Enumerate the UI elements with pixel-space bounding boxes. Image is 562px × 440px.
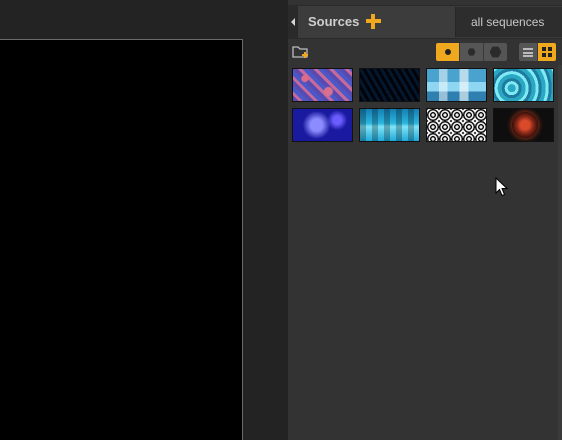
viewer-area (0, 0, 288, 440)
panel-scrollbar[interactable] (558, 65, 562, 440)
grid-view-button[interactable] (538, 43, 556, 61)
sequence-filter-label: all sequences (471, 15, 545, 29)
sequence-filter[interactable]: all sequences (455, 7, 562, 37)
triangle-left-icon (291, 18, 295, 26)
orb-graphic (512, 112, 538, 138)
mouse-cursor-icon (495, 177, 509, 197)
view-mode-toggle (519, 43, 556, 61)
grid-icon (542, 47, 552, 57)
source-thumbnail[interactable] (493, 68, 554, 102)
source-thumbnail[interactable] (426, 108, 487, 142)
add-source-button[interactable] (366, 14, 381, 29)
source-thumbnail[interactable] (359, 68, 420, 102)
shape-mode-toggle (436, 43, 507, 61)
new-folder-icon (292, 46, 308, 58)
shape-circle-button[interactable] (436, 43, 460, 61)
source-thumbnail[interactable] (292, 108, 353, 142)
app-window: Sources all sequences (0, 0, 562, 440)
panel-header: Sources all sequences (288, 5, 562, 39)
source-thumbnail[interactable] (292, 68, 353, 102)
list-icon (523, 47, 533, 57)
panel-title: Sources (308, 14, 360, 29)
output-preview[interactable] (0, 39, 243, 440)
sources-panel: Sources all sequences (288, 0, 562, 440)
sources-toolbar (288, 39, 562, 65)
new-folder-button[interactable] (292, 44, 310, 60)
list-view-button[interactable] (519, 43, 538, 61)
shape-small-hexagon-button[interactable] (460, 43, 484, 61)
large-hexagon-icon (489, 46, 502, 58)
circle-icon (444, 49, 451, 55)
source-thumbnail[interactable] (359, 108, 420, 142)
source-thumbnail[interactable] (493, 108, 554, 142)
shape-large-hexagon-button[interactable] (484, 43, 507, 61)
collapse-panel-button[interactable] (288, 6, 298, 38)
source-thumbnail[interactable] (426, 68, 487, 102)
small-hexagon-icon (467, 48, 476, 56)
